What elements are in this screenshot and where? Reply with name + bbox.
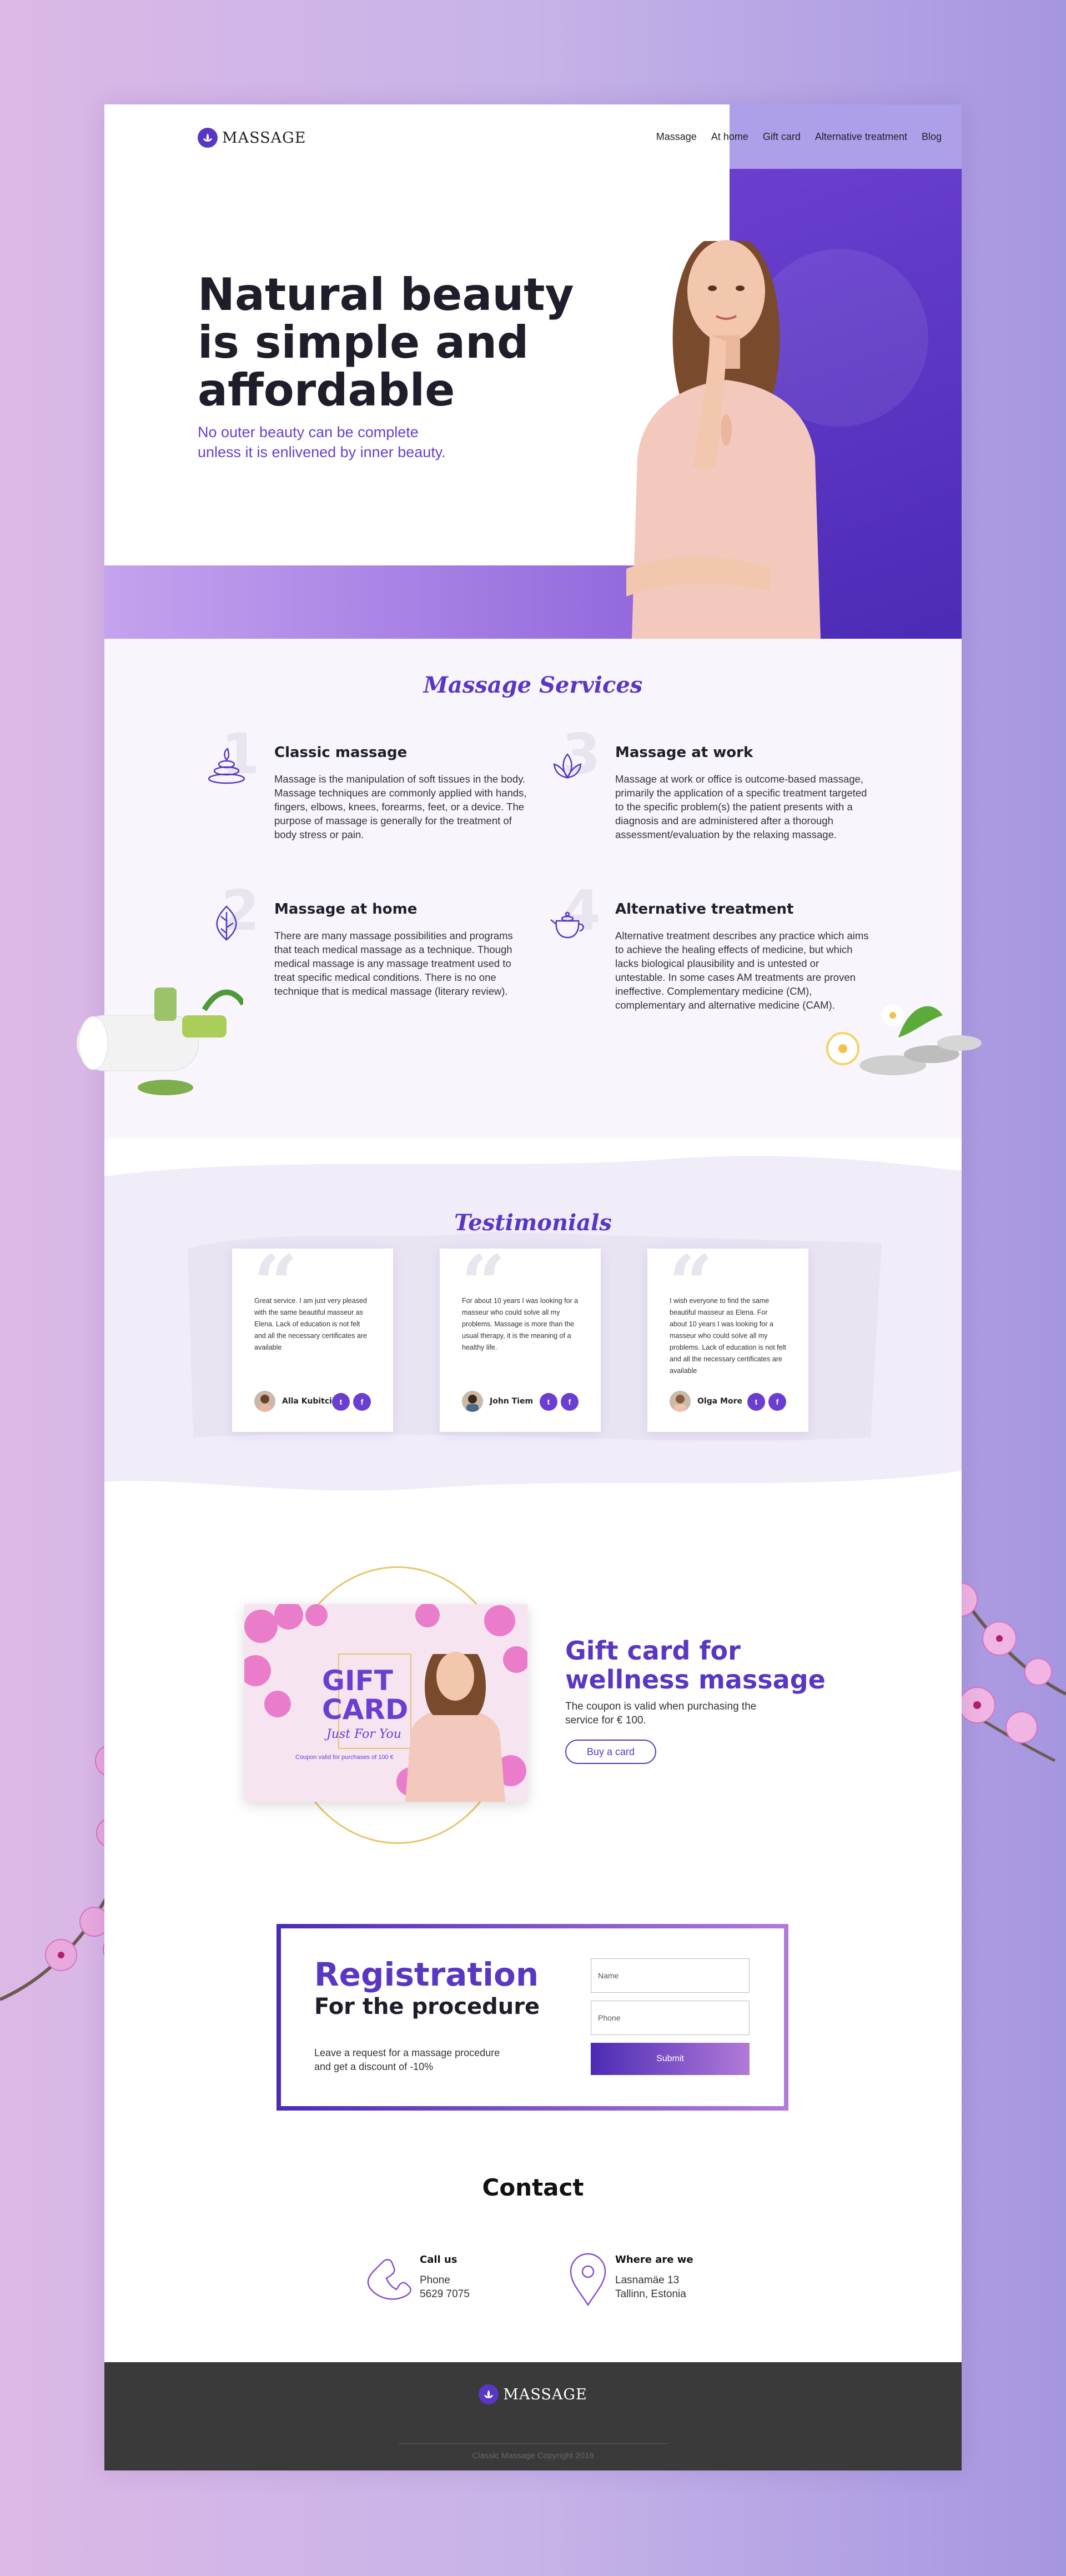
spa-towel-decoration (77, 988, 243, 1095)
gift-card-tagline: Just For You (326, 1727, 401, 1741)
service-classic-massage: 1 Classic massage Massage is the manipul… (204, 726, 537, 866)
registration-subtitle: For the procedure (314, 1994, 540, 2019)
buy-card-button[interactable]: Buy a card (565, 1740, 656, 1764)
name-field[interactable] (591, 1958, 750, 1993)
social-links: t f (332, 1393, 371, 1411)
testimonials-title: Testimonials (454, 1210, 612, 1236)
gift-card-image: GIFT CARD Just For You Coupon valid for … (244, 1604, 527, 1802)
contact-title: Contact (482, 2174, 584, 2201)
twitter-icon[interactable]: t (540, 1393, 557, 1411)
hero-model-image (587, 169, 882, 639)
spa-stones-decoration (826, 1004, 982, 1075)
twitter-icon[interactable]: t (747, 1393, 765, 1411)
twitter-icon[interactable]: t (332, 1393, 350, 1411)
lotus-icon (479, 2384, 499, 2404)
address-line1: Lasnamäe 13 (615, 2274, 680, 2286)
address-line2: Tallinn, Estonia (615, 2288, 686, 2300)
testimonial-text: For about 10 years I was looking for a m… (462, 1297, 579, 1351)
logo[interactable]: MASSAGE (198, 127, 306, 149)
main-nav: Massage At home Gift card Alternative tr… (656, 104, 962, 169)
footer-divider (399, 2443, 667, 2444)
service-text: Massage at work or office is outcome-bas… (615, 773, 867, 840)
service-title: Massage at home (274, 901, 418, 918)
logo-text: MASSAGE (222, 129, 306, 147)
submit-button[interactable]: Submit (591, 2043, 750, 2075)
author-name: Olga More (697, 1397, 742, 1406)
copyright: Classic Massage Copyright 2019 (472, 2451, 594, 2460)
teapot-icon (550, 911, 584, 939)
nav-at-home[interactable]: At home (711, 131, 748, 143)
gift-title: Gift card for wellness massage (565, 1636, 826, 1695)
registration-form: Registration For the procedure Leave a r… (276, 1924, 788, 2111)
footer: MASSAGE Classic Massage Copyright 2019 (104, 2362, 962, 2470)
testimonial-author: Olga More (670, 1391, 742, 1412)
landing-page: MASSAGE Massage At home Gift card Altern… (77, 104, 982, 2470)
call-label: Phone (420, 2274, 450, 2286)
contact-call: Call us Phone 5629 7075 (361, 2252, 470, 2303)
gift-card-line2: CARD (322, 1693, 409, 1726)
service-massage-at-work: 3 Massage at work Massage at work or off… (545, 726, 878, 866)
gift-card-line1: GIFT (322, 1665, 393, 1697)
where-title: Where are we (615, 2254, 693, 2266)
service-massage-at-home: 2 Massage at home There are many massage… (204, 883, 537, 1023)
nav-massage[interactable]: Massage (656, 131, 697, 143)
location-pin-icon (570, 2253, 606, 2307)
avatar (462, 1391, 483, 1412)
contact-location: Where are we Lasnamäe 13 Tallinn, Estoni… (569, 2252, 693, 2307)
footer-logo-text: MASSAGE (503, 2385, 587, 2403)
gift-card-heading: GIFT CARD (322, 1666, 408, 1724)
testimonial-card: “ For about 10 years I was looking for a… (440, 1245, 601, 1432)
social-links: t f (747, 1393, 786, 1411)
phone-field[interactable] (591, 2001, 750, 2035)
service-text: There are many massage possibilities and… (274, 930, 513, 997)
service-text: Massage is the manipulation of soft tiss… (274, 773, 527, 840)
facebook-icon[interactable]: f (561, 1393, 579, 1411)
nav-gift-card[interactable]: Gift card (763, 131, 801, 143)
lotus-icon (198, 128, 218, 148)
testimonial-author: Alla Kubitci (254, 1391, 332, 1412)
testimonial-card: “ Great service. I am just very pleased … (232, 1245, 393, 1432)
registration-title: Registration (314, 1956, 539, 1993)
avatar (254, 1391, 275, 1412)
registration-text: Leave a request for a massage procedure … (314, 2047, 500, 2072)
avatar (670, 1391, 691, 1412)
testimonial-author: John Tiem (462, 1391, 533, 1412)
service-title: Classic massage (274, 744, 408, 761)
leaf-icon (216, 905, 237, 941)
hero-subtitle: No outer beauty can be complete unless i… (198, 424, 446, 460)
author-name: John Tiem (490, 1397, 534, 1406)
testimonial-card: “ I wish everyone to find the same beaut… (647, 1245, 808, 1432)
nav-alternative-treatment[interactable]: Alternative treatment (815, 131, 907, 143)
author-name: Alla Kubitci (282, 1397, 332, 1406)
service-title: Massage at work (615, 744, 753, 761)
social-links: t f (540, 1393, 579, 1411)
testimonial-text: I wish everyone to find the same beautif… (670, 1297, 786, 1375)
gift-subtitle: The coupon is valid when purchasing the … (565, 1701, 757, 1726)
phone-number[interactable]: 5629 7075 (420, 2287, 470, 2301)
footer-logo[interactable]: MASSAGE (104, 2384, 962, 2404)
testimonial-text: Great service. I am just very pleased wi… (254, 1297, 367, 1351)
nav-blog[interactable]: Blog (922, 131, 942, 143)
gift-card-note: Coupon valid for purchases of 100 € (295, 1754, 394, 1761)
phone-icon (367, 2259, 411, 2300)
facebook-icon[interactable]: f (353, 1393, 371, 1411)
service-title: Alternative treatment (615, 901, 794, 918)
facebook-icon[interactable]: f (768, 1393, 786, 1411)
hero-title: Natural beauty is simple and affordable (198, 269, 574, 416)
services-title: Massage Services (423, 672, 643, 698)
lotus-icon (553, 753, 582, 779)
stones-icon (208, 747, 245, 784)
call-title: Call us (420, 2254, 457, 2266)
